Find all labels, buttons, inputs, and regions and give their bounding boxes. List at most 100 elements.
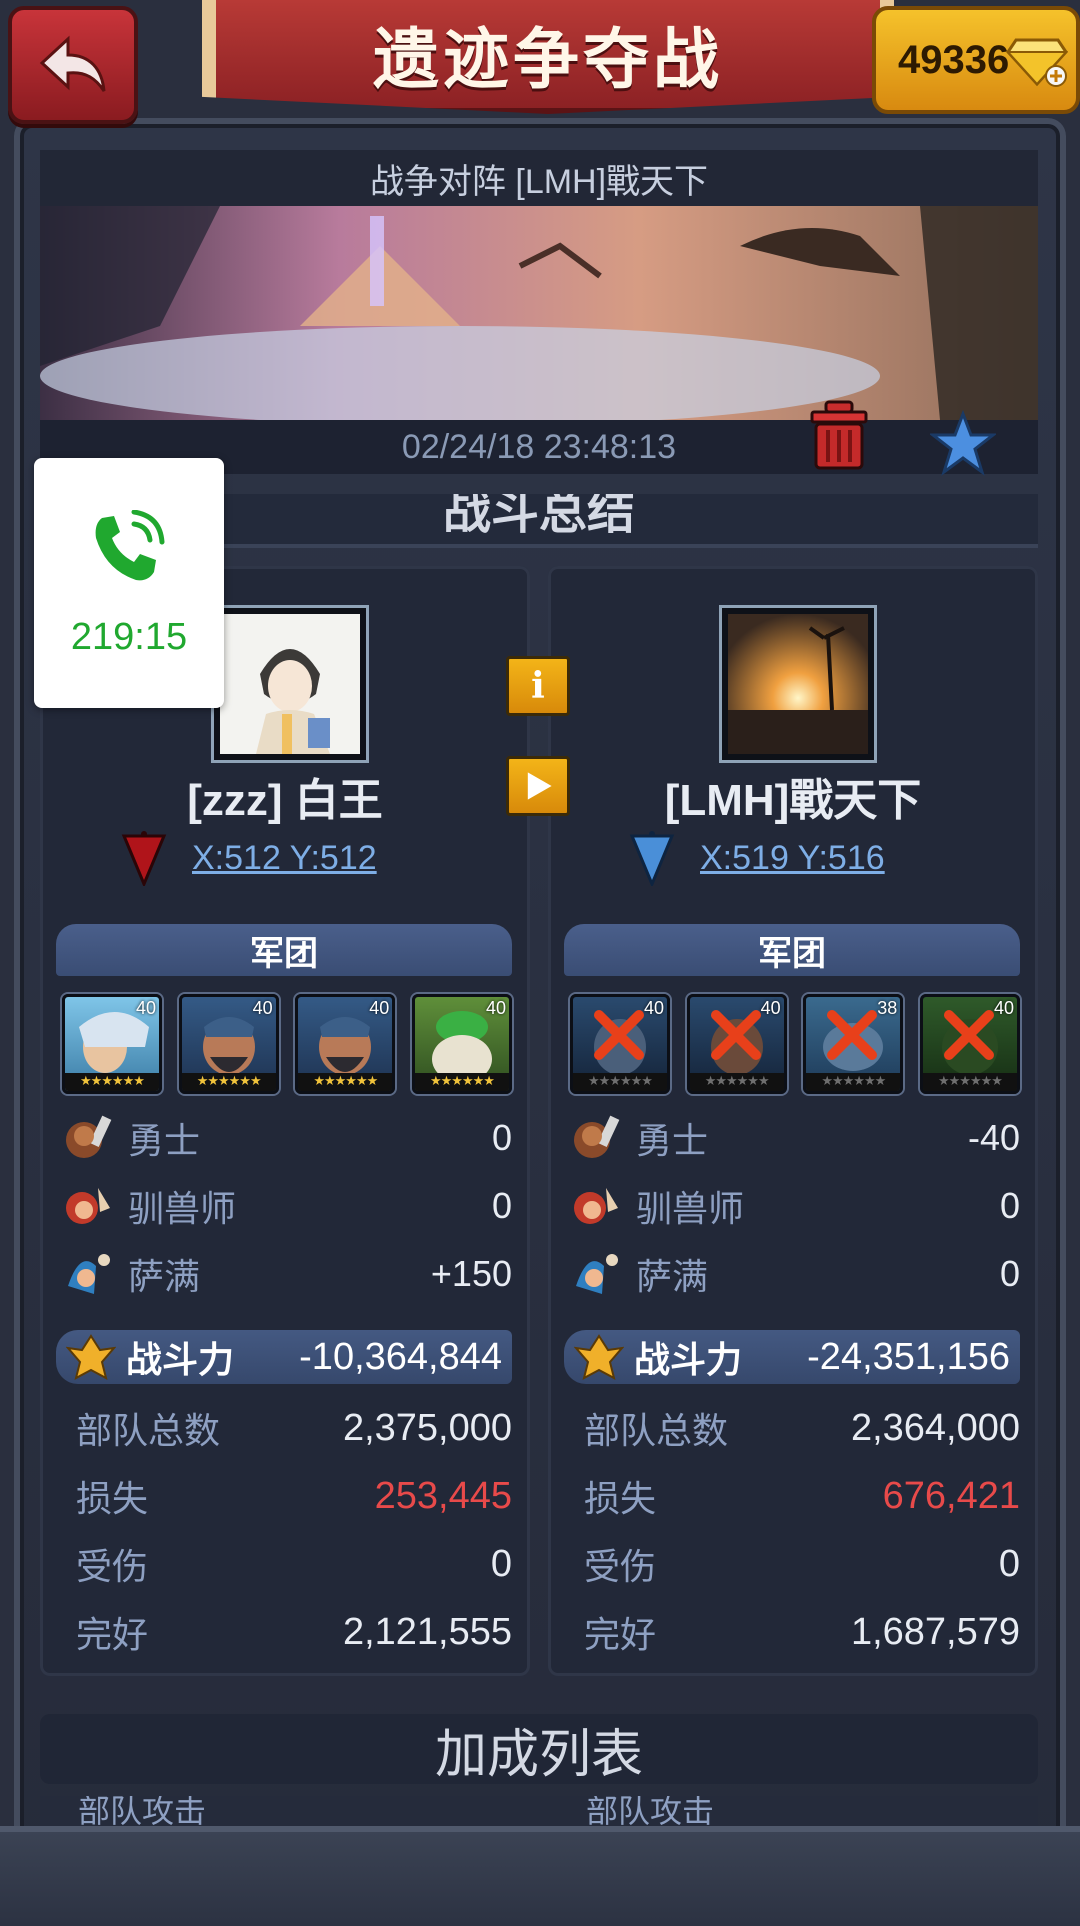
- attacker-name: [zzz] 白王: [187, 776, 383, 825]
- hero-stars: ★★★★★★: [573, 1073, 667, 1091]
- unit-value: 0: [491, 1117, 512, 1158]
- unit-row-warrior: 勇士 -40: [568, 1108, 1020, 1168]
- stat-row-injured: 受伤 0: [76, 1534, 512, 1594]
- defender-legion-header: 军团: [564, 924, 1020, 976]
- unit-value: 0: [999, 1253, 1020, 1294]
- bonus-list-partial: 部队攻击 部队攻击: [40, 1796, 1038, 1826]
- defeated-x-icon: [710, 1010, 761, 1060]
- attacker-coords-link[interactable]: X:512 Y:512: [192, 839, 377, 878]
- red-shield-icon: [121, 831, 167, 886]
- stat-value: 253,445: [374, 1474, 512, 1517]
- hero-portrait[interactable]: 40 ★★★★★★: [178, 994, 279, 1094]
- unit-row-tamer: 驯兽师 0: [568, 1176, 1020, 1236]
- stat-value: 1,687,579: [850, 1610, 1020, 1653]
- shaman-icon: [576, 1254, 618, 1294]
- stat-row-total: 部队总数 2,375,000: [76, 1398, 512, 1458]
- stat-value: 0: [490, 1542, 512, 1585]
- stat-label: 完好: [584, 1615, 657, 1656]
- unit-row-tamer: 驯兽师 0: [60, 1176, 512, 1236]
- unit-row-warrior: 勇士 0: [60, 1108, 512, 1168]
- hero-stars: ★★★★★★: [298, 1073, 393, 1091]
- defeated-x-icon: [827, 1010, 878, 1060]
- hero-level: 38: [877, 998, 898, 1018]
- attacker-avatar[interactable]: [214, 608, 366, 760]
- page-title: 遗迹争夺战: [373, 21, 723, 98]
- hero-portrait[interactable]: 40 ★★★★★★: [686, 994, 787, 1094]
- unit-value: 0: [491, 1185, 512, 1226]
- warrior-icon: [66, 1115, 112, 1158]
- gem-count: 49336: [898, 37, 1010, 82]
- unit-name: 勇士: [636, 1121, 709, 1162]
- info-icon: i: [531, 665, 545, 707]
- hero-portrait[interactable]: 40 ★★★★★★: [62, 994, 162, 1094]
- power-label: 战斗力: [634, 1340, 743, 1381]
- gem-counter[interactable]: 49336: [872, 6, 1080, 114]
- defender-avatar[interactable]: [722, 608, 874, 760]
- stat-row-loss: 损失 253,445: [76, 1466, 512, 1526]
- unit-name: 驯兽师: [128, 1189, 237, 1230]
- bonus-right-label: 部队攻击: [586, 1796, 715, 1826]
- stat-value: 676,421: [882, 1474, 1020, 1517]
- hero-stars: ★★★★★★: [922, 1073, 1017, 1091]
- hero-level: 40: [760, 998, 781, 1018]
- hero-stars: ★★★★★★: [689, 1073, 784, 1091]
- stat-label: 损失: [76, 1479, 149, 1520]
- attacker-heroes: 40 ★★★★★★ 40 ★★★★★★ 40 ★★★★★★ 40 ★★★★★★: [62, 994, 512, 1094]
- info-button[interactable]: i: [506, 656, 570, 716]
- stat-row-total: 部队总数 2,364,000: [584, 1398, 1020, 1458]
- title-banner: 遗迹争夺战: [202, 0, 894, 114]
- bottom-frame: [0, 1826, 1080, 1926]
- unit-name: 萨满: [636, 1257, 709, 1298]
- stat-label: 完好: [76, 1615, 149, 1656]
- stat-label: 损失: [584, 1479, 657, 1520]
- stat-label: 受伤: [584, 1547, 657, 1588]
- hero-stars: ★★★★★★: [806, 1073, 901, 1091]
- eagle-emblem-icon: [66, 1334, 116, 1380]
- hero-stars: ★★★★★★: [181, 1073, 276, 1091]
- call-timer: 219:15: [70, 616, 188, 658]
- beast-tamer-icon: [574, 1188, 618, 1224]
- hero-level: 40: [252, 998, 273, 1018]
- stat-row-intact: 完好 1,687,579: [584, 1602, 1020, 1662]
- hero-portrait[interactable]: 40 ★★★★★★: [295, 994, 396, 1094]
- blue-shield-icon: [629, 831, 675, 886]
- battle-scene-image: [40, 206, 1038, 420]
- unit-name: 驯兽师: [636, 1189, 745, 1230]
- trash-icon[interactable]: [808, 400, 870, 472]
- hero-portrait[interactable]: 38 ★★★★★★: [803, 994, 904, 1094]
- defeated-x-icon: [943, 1010, 994, 1060]
- hero-portrait[interactable]: 40 ★★★★★★: [570, 994, 670, 1094]
- call-overlay[interactable]: 219:15: [34, 458, 224, 708]
- shaman-icon: [68, 1254, 110, 1294]
- stat-value: 2,375,000: [342, 1406, 512, 1449]
- stat-row-loss: 损失 676,421: [584, 1466, 1020, 1526]
- power-label: 战斗力: [126, 1340, 235, 1381]
- hero-level: 40: [369, 998, 390, 1018]
- unit-row-shaman: 萨满 +150: [60, 1244, 512, 1304]
- back-button[interactable]: [8, 6, 138, 124]
- stat-value: 2,364,000: [850, 1406, 1020, 1449]
- hero-portrait[interactable]: 40 ★★★★★★: [919, 994, 1020, 1094]
- stat-value: 2,121,555: [342, 1610, 512, 1653]
- diamond-plus-icon: [1006, 38, 1068, 87]
- unit-value: +150: [430, 1253, 512, 1294]
- unit-name: 萨满: [128, 1257, 201, 1298]
- battle-title: 战争对阵 [LMH]戰天下: [40, 150, 1038, 206]
- defender-panel: [LMH]戰天下 X:519 Y:516 军团 40 ★★★★★★ 40 ★★★…: [548, 566, 1038, 1676]
- stat-row-injured: 受伤 0: [584, 1534, 1020, 1594]
- attacker-power-bar: 战斗力 -10,364,844: [56, 1330, 512, 1384]
- hero-level: 40: [135, 998, 156, 1018]
- favorite-star-icon[interactable]: [930, 410, 996, 476]
- attacker-coords-row: X:512 Y:512: [120, 828, 377, 888]
- unit-value: 0: [999, 1185, 1020, 1226]
- phone-call-icon: [95, 510, 165, 581]
- warrior-icon: [574, 1115, 620, 1158]
- stat-label: 部队总数: [584, 1411, 729, 1452]
- defender-coords-link[interactable]: X:519 Y:516: [700, 839, 885, 878]
- battle-card: 战争对阵 [LMH]戰天下 02/24/18 23:48:13: [40, 150, 1038, 474]
- replay-button[interactable]: [506, 756, 570, 816]
- defeated-x-icon: [594, 1010, 644, 1060]
- hero-portrait[interactable]: 40 ★★★★★★: [411, 994, 512, 1094]
- play-icon: [527, 772, 552, 800]
- eagle-emblem-icon: [574, 1334, 624, 1380]
